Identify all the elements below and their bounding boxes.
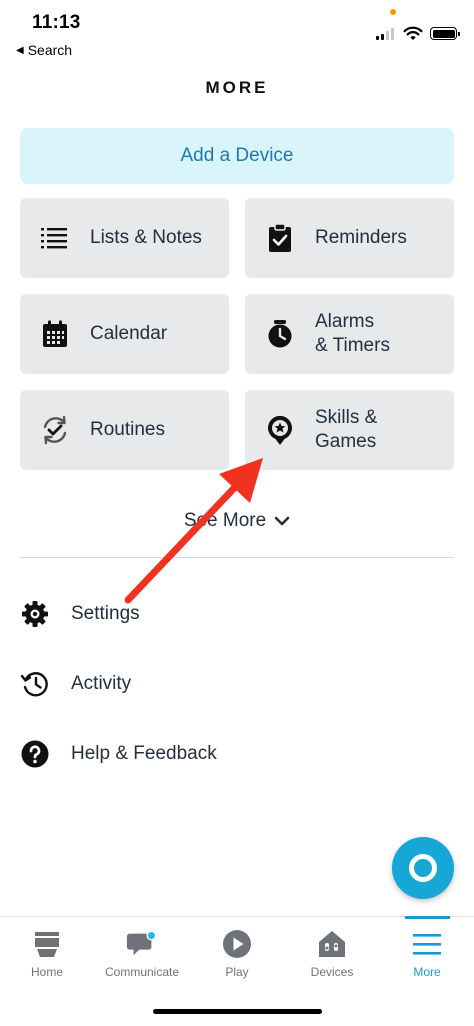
help-icon — [20, 739, 50, 769]
alarm-clock-icon — [263, 317, 297, 351]
gear-icon — [20, 599, 50, 629]
cellular-signal-icon — [376, 28, 394, 40]
tile-label: Skills & Games — [315, 406, 425, 454]
menu-icon — [411, 929, 443, 959]
tile-label-line-1: Skills & — [315, 407, 378, 428]
add-device-button[interactable]: Add a Device — [20, 128, 454, 184]
help-feedback-row[interactable]: Help & Feedback — [20, 734, 454, 774]
clipboard-check-icon — [263, 221, 297, 255]
tile-label: Calendar — [90, 323, 168, 344]
activity-label: Activity — [71, 673, 132, 694]
nav-communicate-label: Communicate — [104, 965, 180, 979]
tile-calendar[interactable]: Calendar — [20, 294, 229, 374]
alexa-ring-icon — [409, 854, 437, 882]
back-to-search-link[interactable]: ◀ Search — [16, 42, 72, 58]
nav-home[interactable]: Home — [0, 917, 94, 987]
nav-devices-label: Devices — [310, 965, 354, 979]
tile-skills-games[interactable]: Skills & Games — [245, 390, 454, 470]
mic-indicator-dot — [390, 9, 396, 15]
nav-play-label: Play — [225, 965, 249, 979]
page-title: MORE — [205, 78, 269, 97]
back-triangle-icon: ◀ — [16, 44, 24, 56]
list-icon — [38, 221, 72, 255]
tile-label: Lists & Notes — [90, 227, 202, 248]
routines-icon — [38, 413, 72, 447]
see-more-label: See More — [183, 510, 267, 531]
tile-reminders[interactable]: Reminders — [245, 198, 454, 278]
home-icon — [31, 929, 63, 959]
tile-label: Alarms & Timers — [315, 310, 425, 358]
calendar-icon — [38, 317, 72, 351]
see-more-button[interactable]: See More — [0, 510, 474, 532]
settings-label: Settings — [71, 603, 140, 624]
help-feedback-label: Help & Feedback — [71, 743, 217, 764]
tile-lists-notes[interactable]: Lists & Notes — [20, 198, 229, 278]
tile-alarms-timers[interactable]: Alarms & Timers — [245, 294, 454, 374]
tile-routines[interactable]: Routines — [20, 390, 229, 470]
wifi-icon — [403, 26, 423, 40]
chat-icon — [126, 929, 158, 959]
divider — [20, 557, 454, 558]
battery-icon — [430, 27, 460, 40]
tile-label-line-1: Alarms — [315, 311, 375, 332]
tile-label-line-2: Games — [315, 431, 377, 452]
status-time: 11:13 — [32, 12, 81, 33]
back-link-label: Search — [27, 42, 73, 58]
home-indicator — [153, 1009, 322, 1014]
devices-icon — [316, 929, 348, 959]
history-icon — [20, 669, 50, 699]
nav-more-label: More — [413, 965, 441, 979]
nav-devices[interactable]: Devices — [285, 917, 379, 987]
tile-label-line-2: & Timers — [315, 335, 390, 356]
tile-label: Reminders — [315, 227, 407, 248]
nav-more[interactable]: More — [380, 917, 474, 987]
nav-play[interactable]: Play — [190, 917, 284, 987]
nav-communicate[interactable]: Communicate — [95, 917, 189, 987]
nav-home-label: Home — [30, 965, 63, 979]
status-bar: 11:13 ◀ Search — [0, 0, 474, 64]
activity-row[interactable]: Activity — [20, 664, 454, 704]
settings-row[interactable]: Settings — [20, 594, 454, 634]
chevron-down-icon — [274, 516, 290, 526]
skills-pin-icon — [263, 413, 297, 447]
tile-label: Routines — [90, 419, 165, 440]
alexa-button[interactable] — [392, 837, 454, 899]
play-icon — [221, 929, 253, 959]
